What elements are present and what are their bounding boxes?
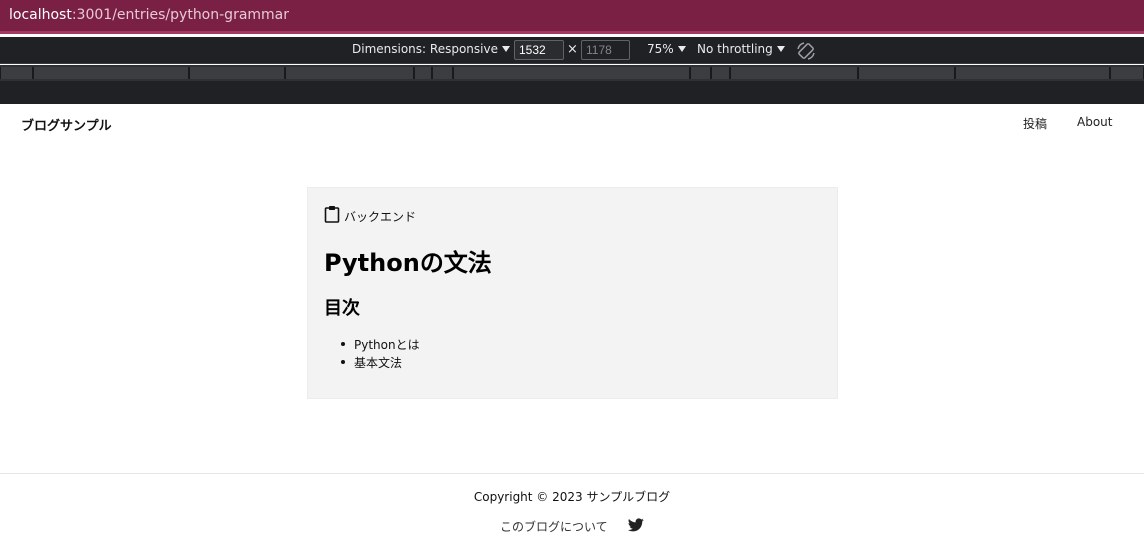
- throttling-dropdown[interactable]: No throttling: [697, 42, 785, 56]
- site-header: ブログサンプル 投稿 About: [0, 104, 1144, 144]
- media-query-segment[interactable]: [690, 67, 711, 79]
- footer-divider: [0, 473, 1144, 474]
- url-path: :3001/entries/python-grammar: [71, 7, 290, 23]
- chevron-down-icon: [776, 46, 785, 52]
- url-host: localhost: [9, 7, 72, 23]
- width-input[interactable]: 1532: [514, 40, 564, 60]
- ruler-bar: [0, 81, 1144, 104]
- media-query-segment[interactable]: [33, 67, 189, 79]
- nav-link-posts[interactable]: 投稿: [1023, 115, 1047, 132]
- clipboard-icon: [324, 206, 340, 223]
- chevron-down-icon: [501, 46, 510, 52]
- twitter-icon[interactable]: [628, 518, 644, 532]
- zoom-label: 75%: [647, 42, 674, 56]
- toc-item[interactable]: 基本文法: [338, 354, 420, 372]
- toc-heading: 目次: [324, 298, 360, 319]
- copyright: Copyright © 2023 サンプルブログ: [473, 490, 671, 504]
- height-input[interactable]: 1178: [581, 40, 630, 60]
- about-blog-link[interactable]: このブログについて: [500, 518, 608, 535]
- zoom-dropdown[interactable]: 75%: [647, 42, 686, 56]
- dimensions-label: Dimensions: Responsive: [352, 42, 498, 56]
- media-query-segment[interactable]: [1110, 67, 1144, 79]
- media-query-segment[interactable]: [955, 67, 1110, 79]
- rotate-icon[interactable]: [796, 41, 816, 61]
- media-query-segment[interactable]: [414, 67, 432, 79]
- category[interactable]: バックエンド: [324, 204, 416, 224]
- media-query-segment[interactable]: [858, 67, 955, 79]
- devtools-toolbar: Dimensions: Responsive 1532 × 1178 75% N…: [0, 37, 1144, 64]
- article-card: バックエンド Pythonの文法 目次 Pythonとは 基本文法: [307, 187, 838, 399]
- browser-url-bar[interactable]: localhost:3001/entries/python-grammar: [0, 0, 1144, 34]
- media-query-segment[interactable]: [189, 67, 285, 79]
- media-query-segment[interactable]: [432, 67, 453, 79]
- throttling-label: No throttling: [697, 42, 773, 56]
- category-label: バックエンド: [344, 209, 417, 224]
- url-text[interactable]: localhost:3001/entries/python-grammar: [9, 7, 289, 23]
- site-brand[interactable]: ブログサンプル: [21, 115, 112, 134]
- media-query-segment[interactable]: [453, 67, 690, 79]
- media-query-segment[interactable]: [285, 67, 414, 79]
- article-title: Pythonの文法: [324, 249, 492, 277]
- dimensions-dropdown[interactable]: Dimensions: Responsive: [352, 42, 510, 56]
- times-sign: ×: [567, 42, 578, 57]
- chevron-down-icon: [677, 46, 686, 52]
- media-query-segment[interactable]: [711, 67, 730, 79]
- media-query-bar: [0, 65, 1144, 81]
- toc-item[interactable]: Pythonとは: [338, 336, 420, 354]
- nav-link-about[interactable]: About: [1077, 115, 1112, 129]
- media-query-segment[interactable]: [0, 67, 33, 79]
- toc-list: Pythonとは 基本文法: [338, 336, 420, 372]
- media-query-segment[interactable]: [730, 67, 858, 79]
